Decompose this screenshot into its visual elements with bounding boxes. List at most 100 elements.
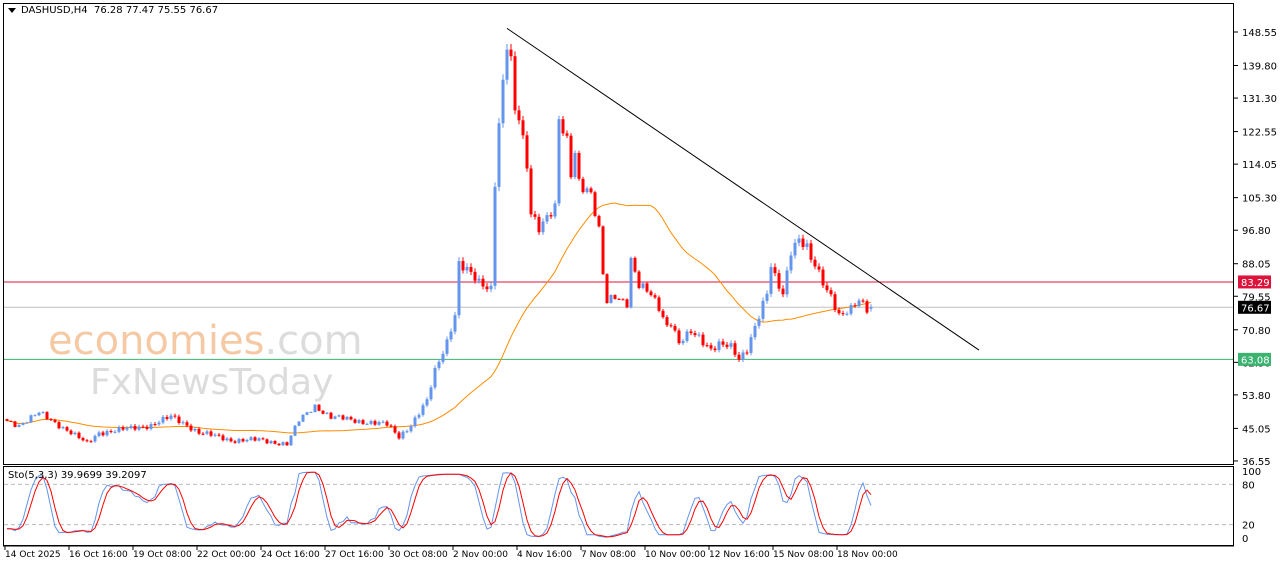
candle-body (325, 412, 329, 414)
candle-body (29, 415, 33, 423)
candle-body (541, 221, 545, 233)
y-tick-label: 70.80 (1242, 326, 1271, 337)
candle-body (101, 432, 105, 436)
candle-body (869, 307, 873, 309)
candle-body (697, 334, 701, 336)
candle-body (65, 427, 69, 431)
candle-body (17, 424, 21, 427)
x-tick-label: 30 Oct 08:00 (389, 550, 448, 560)
candle-body (693, 333, 697, 336)
stochastic-label: Sto(5,3,3) 39.9699 39.2097 (8, 470, 147, 481)
candle (749, 334, 753, 356)
candle-body (281, 442, 285, 446)
y-tick-label: 88.05 (1242, 260, 1271, 271)
candle-body (665, 317, 669, 326)
candle-body (377, 422, 381, 425)
candle-body (769, 267, 773, 294)
candle-body (409, 426, 413, 432)
candle-body (81, 438, 85, 441)
dropdown-triangle-icon[interactable] (8, 7, 16, 13)
candle-body (705, 345, 709, 347)
candle-body (309, 412, 313, 414)
candle-body (105, 431, 109, 436)
chart-header: DASHUSD,H4 76.28 77.47 75.55 76.67 (8, 5, 218, 16)
ohlc-values: 76.28 77.47 75.55 76.67 (94, 5, 219, 16)
candle-body (773, 267, 777, 274)
candle-body (373, 421, 377, 425)
candle-body (841, 313, 845, 315)
candle-body (361, 420, 365, 424)
candle-body (229, 438, 233, 442)
candle (317, 404, 321, 412)
candle-body (473, 271, 477, 281)
candle-body (245, 439, 249, 442)
y-tick-label: 131.30 (1242, 94, 1277, 105)
candle-body (421, 405, 425, 415)
x-tick-label: 24 Oct 16:00 (261, 550, 320, 560)
candle-body (393, 426, 397, 433)
x-tick-label: 16 Oct 16:00 (69, 550, 128, 560)
candle-body (573, 152, 577, 178)
candle (573, 150, 577, 180)
candle-body (193, 428, 197, 431)
candle-body (669, 325, 673, 327)
candle-body (813, 259, 817, 267)
y-tick-label: 105.30 (1242, 194, 1277, 205)
candle (501, 74, 505, 128)
candle-body (777, 273, 781, 289)
candle-body (429, 387, 433, 400)
candle-body (825, 285, 829, 291)
candle-body (349, 416, 353, 420)
candle-body (121, 427, 125, 430)
candle-body (9, 420, 13, 422)
candle-body (593, 192, 597, 216)
candle (605, 273, 609, 304)
candle-body (289, 435, 293, 446)
candle (601, 225, 605, 276)
candle-body (537, 216, 541, 233)
candle-body (749, 337, 753, 353)
candle-body (353, 419, 357, 423)
candle-body (729, 343, 733, 347)
candle (513, 51, 517, 115)
candle-body (717, 341, 721, 351)
candle-body (457, 261, 461, 316)
candle-body (553, 203, 557, 217)
candle-body (241, 439, 245, 442)
candle (633, 256, 637, 273)
candle-body (277, 443, 281, 446)
candle-body (337, 415, 341, 417)
candle-body (165, 417, 169, 419)
candle-body (853, 305, 857, 307)
candle-body (685, 331, 689, 341)
chart-window[interactable]: 148.55 139.80 131.30 122.55 114.05 105.30 96.8… (0, 0, 1280, 567)
candle (637, 270, 641, 290)
sto-axis-label: 80 (1242, 480, 1255, 491)
candle-body (753, 325, 757, 338)
candle-body (569, 135, 573, 178)
candle-body (381, 421, 385, 423)
candle (609, 294, 613, 304)
candle-body (757, 318, 761, 326)
candle-body (269, 441, 273, 444)
candle-body (153, 424, 157, 426)
sto-axis-label: 100 (1242, 467, 1261, 478)
candle-body (53, 419, 57, 423)
y-tick-label: 53.80 (1242, 391, 1271, 402)
candle (329, 411, 333, 420)
candle-body (493, 186, 497, 286)
candle-body (113, 431, 117, 433)
candle-body (597, 215, 601, 227)
candle-body (149, 424, 153, 429)
candle-body (13, 421, 17, 427)
candle-body (637, 271, 641, 288)
candle-body (321, 410, 325, 414)
candle-body (621, 299, 625, 301)
candle (537, 213, 541, 235)
candle-body (145, 426, 149, 429)
candle-body (201, 433, 205, 435)
candle-body (865, 301, 869, 313)
candle-body (253, 437, 257, 441)
candle-body (565, 133, 569, 136)
candle (445, 336, 449, 357)
